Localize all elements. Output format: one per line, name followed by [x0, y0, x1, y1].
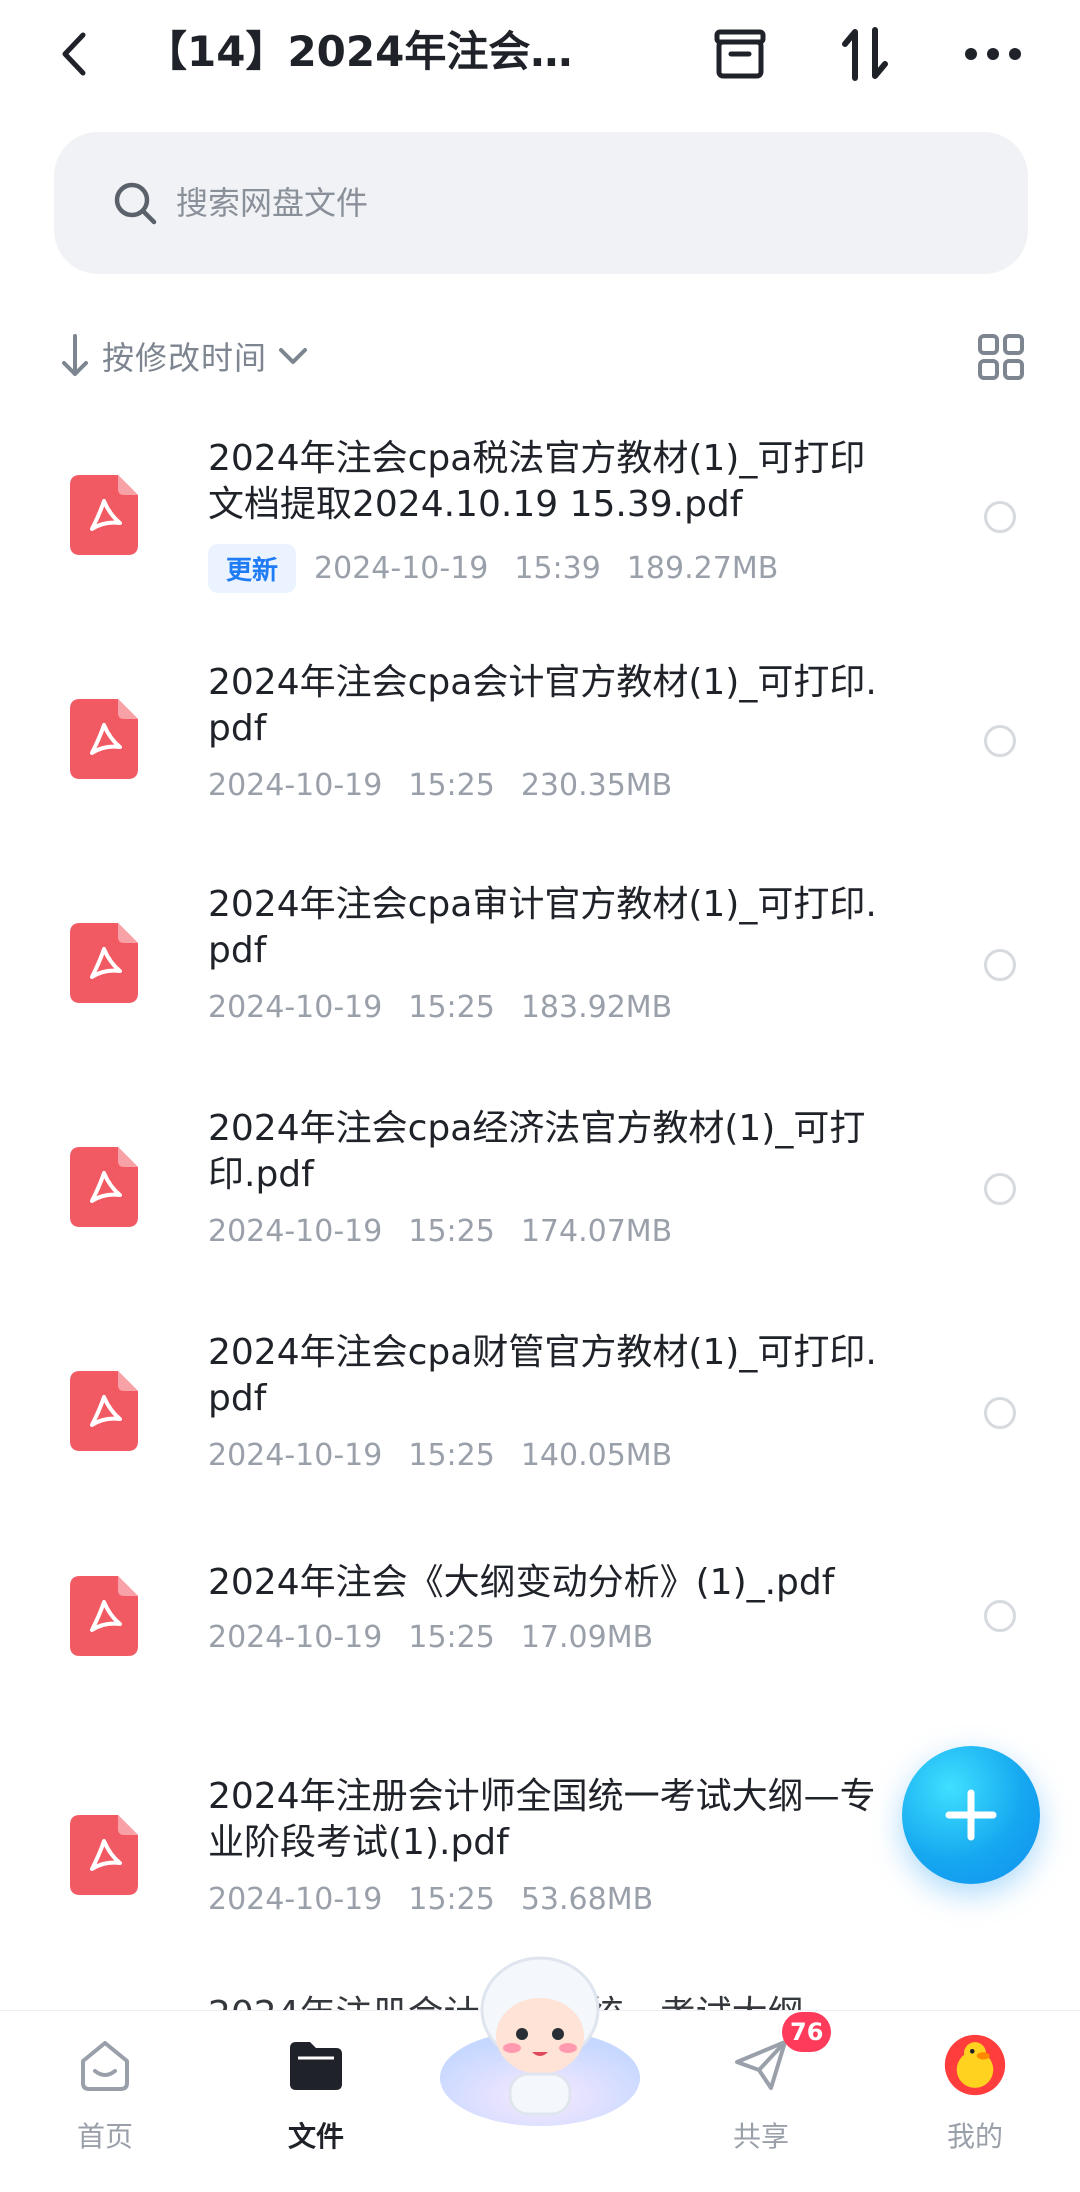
file-size: 183.92MB [520, 990, 673, 1025]
sort-arrows-icon [842, 27, 888, 81]
more-dots-icon [965, 48, 1021, 60]
file-date: 2024-10-19 [208, 768, 383, 803]
file-meta: 2024-10-19 15:25 230.35MB [208, 768, 698, 803]
file-meta: 2024-10-19 15:25 183.92MB [208, 990, 698, 1025]
file-meta: 2024-10-19 15:25 174.07MB [208, 1214, 698, 1249]
select-radio[interactable] [984, 725, 1016, 757]
search-icon [114, 182, 157, 225]
pdf-file-icon [70, 923, 138, 1003]
file-date: 2024-10-19 [208, 1882, 383, 1917]
sort-selector[interactable]: 按修改时间 [58, 330, 311, 382]
list-item[interactable]: 2024年注会cpa会计官方教材(1)_可打印.pdf 2024-10-19 1… [0, 634, 1080, 844]
file-time: 15:25 [408, 768, 495, 803]
file-size: 189.27MB [626, 551, 779, 586]
file-date: 2024-10-19 [208, 1438, 383, 1473]
pdf-file-icon [70, 1815, 138, 1895]
nav-home-label: 首页 [76, 2120, 133, 2153]
pdf-file-icon [70, 699, 138, 779]
list-item[interactable]: 2024年注会cpa税法官方教材(1)_可打印文档提取2024.10.19 15… [0, 410, 1080, 620]
file-date: 2024-10-19 [208, 990, 383, 1025]
file-name: 2024年注会cpa税法官方教材(1)_可打印文档提取2024.10.19 15… [208, 438, 866, 525]
file-size: 140.05MB [520, 1438, 673, 1473]
pdf-file-icon [70, 1371, 138, 1451]
select-radio[interactable] [984, 501, 1016, 533]
status-badge: 更新 [208, 544, 297, 593]
add-button[interactable] [902, 1746, 1040, 1884]
nav-me-label: 我的 [946, 2120, 1003, 2153]
pdf-file-icon [70, 1147, 138, 1227]
file-meta: 2024-10-19 15:25 140.05MB [208, 1438, 698, 1473]
list-item[interactable]: 2024年注会《大纲变动分析》(1)_.pdf 2024-10-19 15:25… [0, 1530, 1080, 1700]
select-radio[interactable] [984, 1173, 1016, 1205]
search-placeholder: 搜索网盘文件 [176, 184, 369, 222]
file-date: 2024-10-19 [314, 551, 489, 586]
more-button[interactable] [958, 22, 1028, 86]
share-notification-badge: 76 [782, 2012, 832, 2052]
file-size: 174.07MB [520, 1214, 673, 1249]
select-radio[interactable] [984, 949, 1016, 981]
file-name: 2024年注会cpa会计官方教材(1)_可打印.pdf [208, 662, 877, 749]
nav-home[interactable]: 首页 [40, 2033, 170, 2173]
pdf-file-icon [70, 475, 138, 555]
nav-me[interactable]: 我的 [910, 2033, 1040, 2173]
file-time: 15:25 [408, 1620, 495, 1655]
file-size: 230.35MB [520, 768, 673, 803]
plus-icon [945, 1789, 997, 1841]
archive-button[interactable] [705, 22, 775, 86]
avatar [943, 2033, 1007, 2097]
select-radio[interactable] [984, 1600, 1016, 1632]
file-time: 15:25 [408, 1214, 495, 1249]
arrow-down-icon [62, 334, 88, 376]
back-button[interactable] [46, 24, 102, 84]
file-size: 17.09MB [520, 1620, 654, 1655]
list-item[interactable]: 2024年注会cpa经济法官方教材(1)_可打印.pdf 2024-10-19 … [0, 1082, 1080, 1292]
paper-plane-icon [729, 2033, 793, 2097]
archive-icon [714, 29, 766, 79]
search-input[interactable]: 搜索网盘文件 [54, 132, 1028, 274]
file-time: 15:25 [408, 990, 495, 1025]
nav-share-label: 共享 [732, 2120, 789, 2153]
sort-label: 按修改时间 [102, 339, 268, 377]
home-icon [73, 2033, 137, 2097]
file-meta: 2024-10-19 15:25 53.68MB [208, 1882, 679, 1917]
chevron-down-icon [279, 348, 308, 364]
nav-files[interactable]: 文件 [251, 2033, 381, 2173]
file-date: 2024-10-19 [208, 1620, 383, 1655]
file-date: 2024-10-19 [208, 1214, 383, 1249]
file-name: 2024年注册会计师全国统一考试大纲—专业阶段考试(1).pdf [208, 1776, 876, 1863]
pdf-file-icon [70, 1576, 138, 1656]
file-name: 2024年注会《大纲变动分析》(1)_.pdf [208, 1562, 835, 1603]
mascot-button[interactable] [430, 1948, 650, 2128]
file-time: 15:39 [514, 551, 601, 586]
mascot-icon [440, 1956, 640, 2126]
nav-files-label: 文件 [287, 2120, 344, 2153]
nav-share[interactable]: 共享 [696, 2033, 826, 2173]
file-name: 2024年注会cpa经济法官方教材(1)_可打印.pdf [208, 1108, 866, 1195]
file-meta: 更新 2024-10-19 15:39 189.27MB [208, 544, 804, 593]
list-item[interactable]: 2024年注会cpa审计官方教材(1)_可打印.pdf 2024-10-19 1… [0, 858, 1080, 1068]
folder-icon [284, 2033, 348, 2097]
grid-view-button[interactable] [976, 332, 1026, 382]
file-name: 2024年注会cpa审计官方教材(1)_可打印.pdf [208, 884, 877, 971]
list-item[interactable]: 2024年注会cpa财管官方教材(1)_可打印.pdf 2024-10-19 1… [0, 1306, 1080, 1516]
file-name: 2024年注会cpa财管官方教材(1)_可打印.pdf [208, 1332, 877, 1419]
file-time: 15:25 [408, 1882, 495, 1917]
chevron-left-icon [62, 32, 86, 76]
file-meta: 2024-10-19 15:25 17.09MB [208, 1620, 679, 1655]
file-time: 15:25 [408, 1438, 495, 1473]
file-size: 53.68MB [520, 1882, 654, 1917]
sort-order-button[interactable] [830, 22, 900, 86]
top-bar: 【14】2024年注会… [0, 0, 1080, 110]
select-radio[interactable] [984, 1397, 1016, 1429]
grid-icon [978, 334, 1024, 380]
page-title: 【14】2024年注会… [145, 27, 573, 76]
